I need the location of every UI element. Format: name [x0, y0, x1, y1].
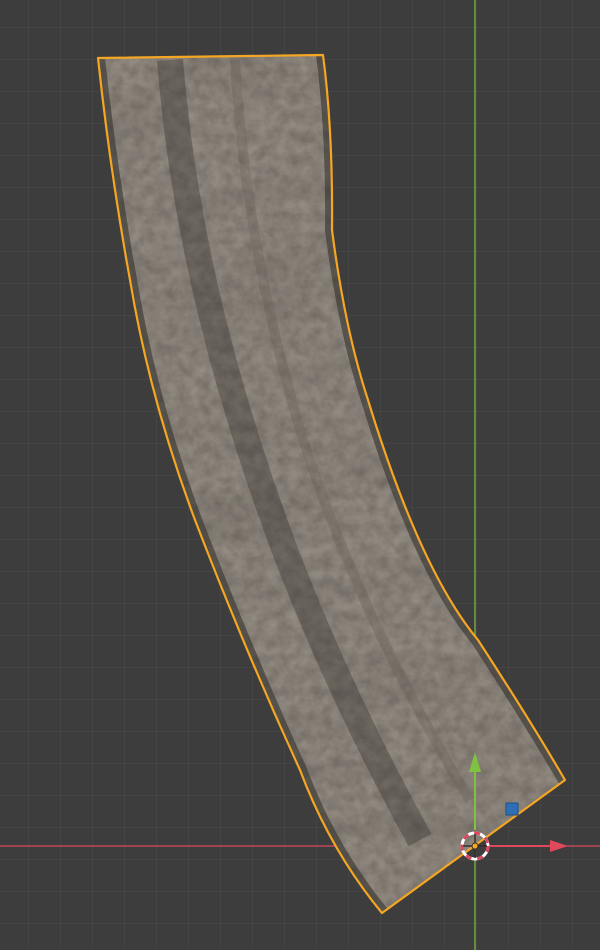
viewport-canvas[interactable]	[0, 0, 600, 950]
3d-cursor-icon[interactable]	[460, 831, 490, 861]
3d-viewport[interactable]	[0, 0, 600, 950]
gizmo-xy-plane-handle-icon[interactable]	[505, 802, 519, 816]
